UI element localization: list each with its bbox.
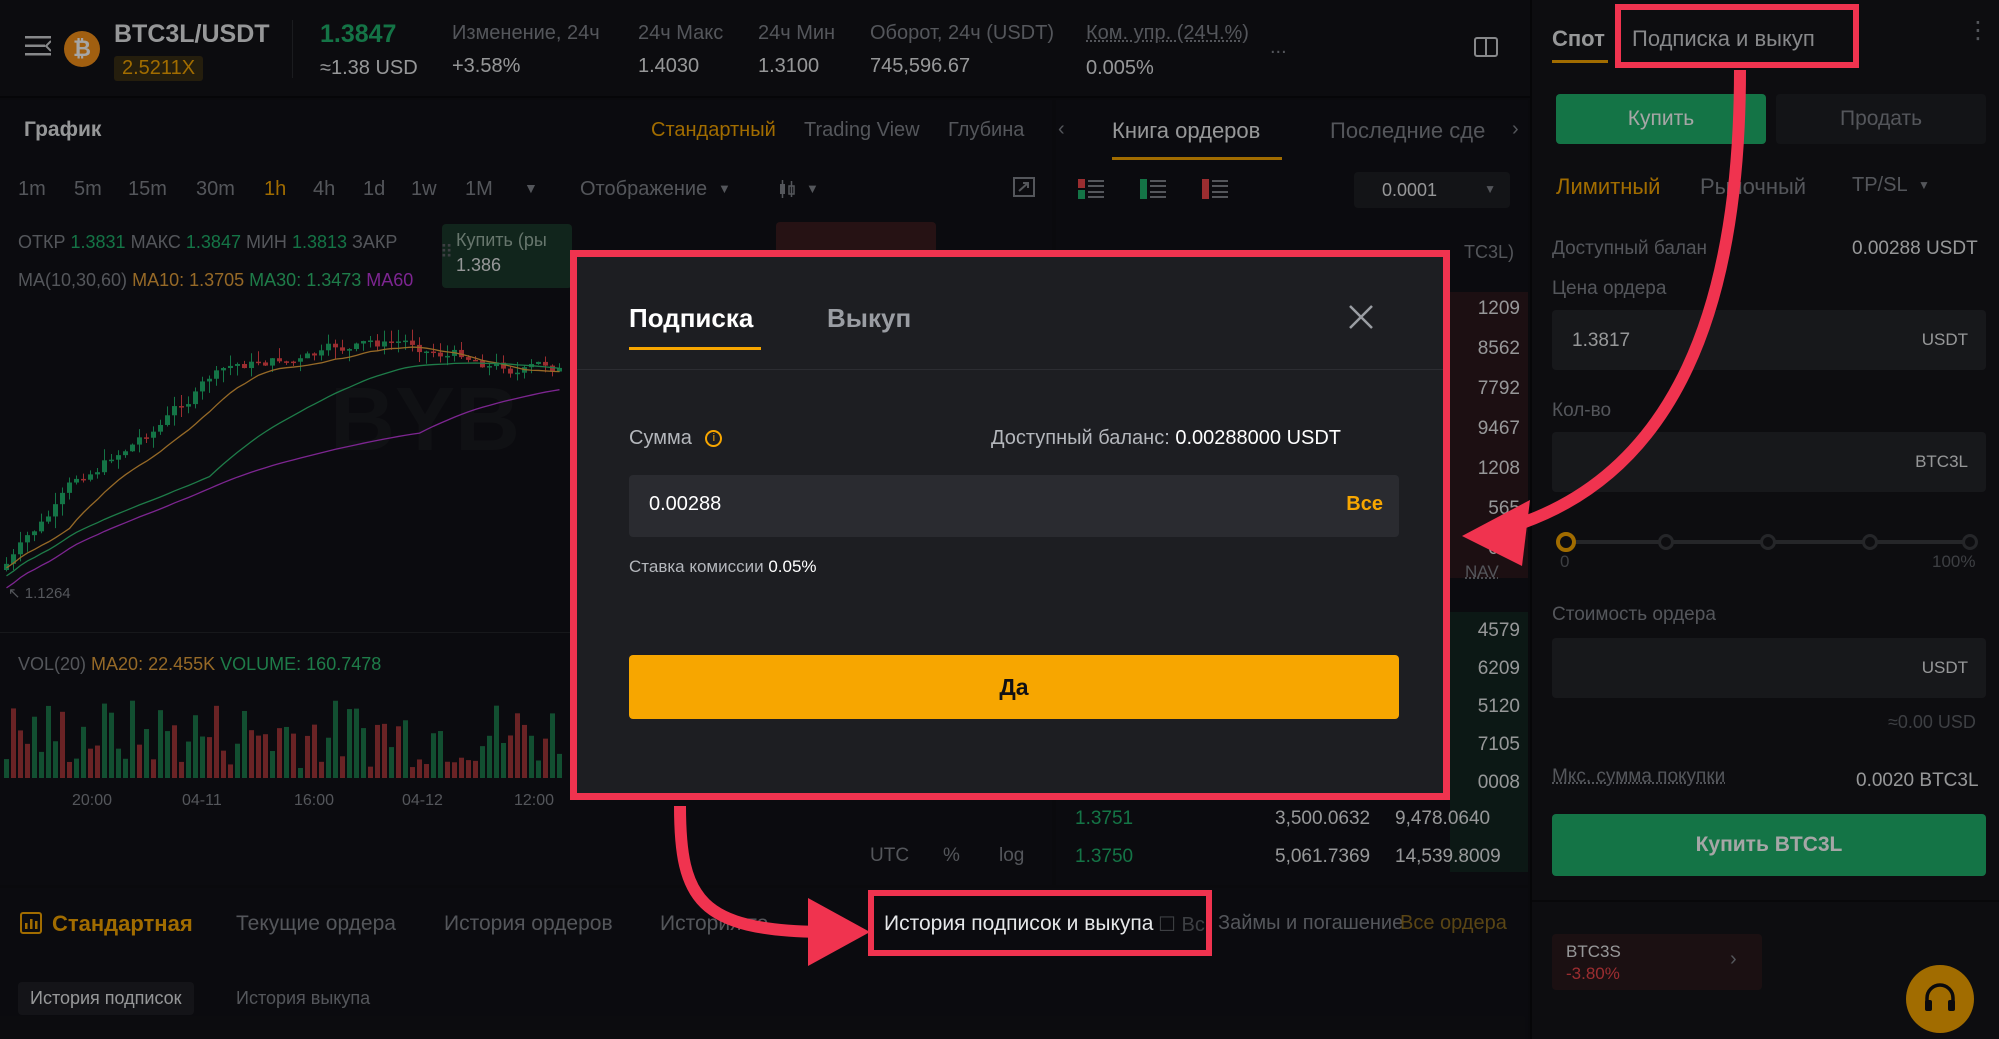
info-icon[interactable]: i [705,430,723,448]
fee-rate-label: Ставка комиссии [629,557,764,576]
all-button[interactable]: Все [1346,493,1383,516]
amount-label: Сумма i [629,427,723,450]
fee-rate-value: 0.05% [768,557,817,576]
amount-input[interactable]: 0.00288 Все [629,475,1399,537]
amount-label-text: Сумма [629,427,692,449]
balance-label: Доступный баланс: [991,427,1170,449]
amount-input-value: 0.00288 [649,493,722,515]
close-icon[interactable] [1345,301,1377,333]
fee-rate: Ставка комиссии 0.05% [629,557,817,577]
modal-tab-subscribe[interactable]: Подписка [629,303,753,334]
modal-tab-underline [629,347,761,350]
balance-value: 0.00288000 USDT [1175,427,1342,449]
subscription-modal: Подписка Выкуп Сумма i Доступный баланс:… [570,250,1450,800]
modal-tab-redeem[interactable]: Выкуп [827,303,911,334]
confirm-button[interactable]: Да [629,655,1399,719]
tab-subscription-history[interactable]: История подписок и выкупа [884,912,1153,936]
modal-divider [577,369,1443,370]
available-balance: Доступный баланс: 0.00288000 USDT [991,427,1341,450]
